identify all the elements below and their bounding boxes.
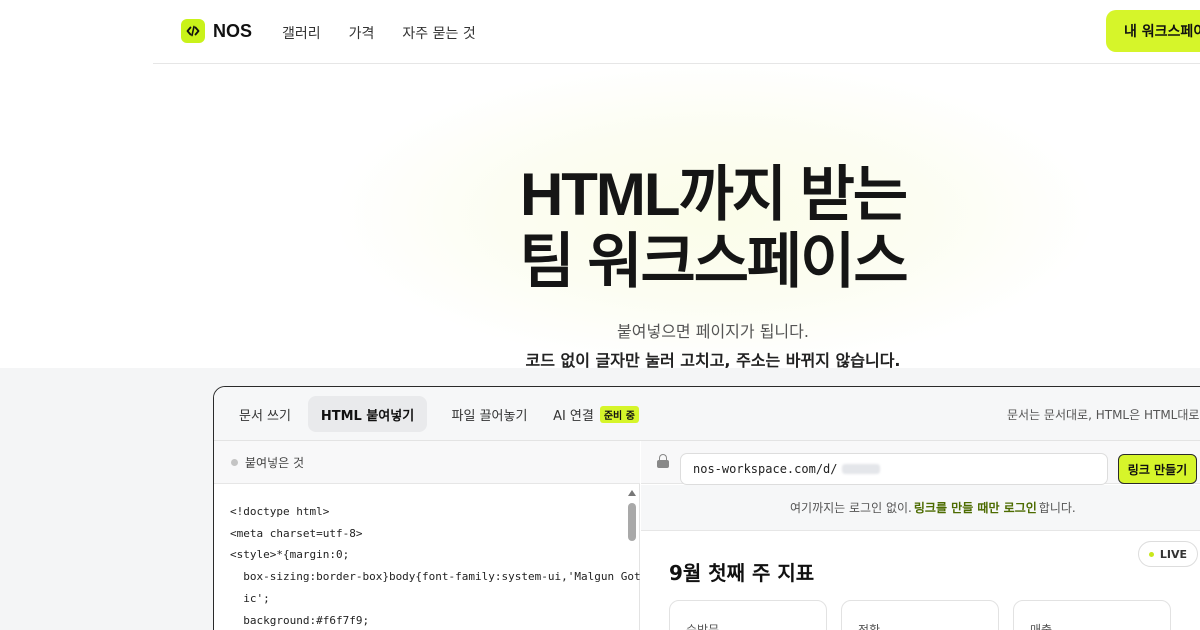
- nav-faq-link[interactable]: 자주 묻는 것: [402, 23, 475, 43]
- metric-card: 순방문: [669, 600, 827, 630]
- main-nav: 갤러리 가격 자주 묻는 것: [282, 23, 476, 43]
- code-line: <!doctype html>: [230, 505, 330, 518]
- html-code-textarea[interactable]: <!doctype html> <meta charset=utf-8> <st…: [230, 501, 648, 630]
- url-bar: nos-workspace.com/d/ 링크 만들기: [641, 441, 1200, 485]
- nav-gallery-link[interactable]: 갤러리: [282, 23, 321, 43]
- scrollbar-thumb[interactable]: [628, 503, 636, 541]
- code-line: box-sizing:border-box}body{font-family:s…: [230, 570, 648, 584]
- code-line: ic';: [230, 591, 270, 605]
- code-icon: [181, 19, 205, 43]
- metric-card-label: 매출: [1030, 623, 1053, 630]
- paste-pane-title: 붙여넣은 것: [245, 456, 305, 470]
- code-line: <meta charset=utf-8>: [230, 526, 363, 540]
- scroll-up-arrow-icon[interactable]: [628, 490, 636, 496]
- metric-card: 매출: [1013, 600, 1171, 630]
- url-text: nos-workspace.com/d/: [693, 462, 838, 476]
- hero-title-line2: 팀 워크스페이스: [519, 228, 908, 295]
- metric-card: 전환: [841, 600, 999, 630]
- tab-ai-connect[interactable]: AI 연결 준비 중: [546, 396, 646, 432]
- url-field[interactable]: nos-workspace.com/d/: [680, 453, 1108, 485]
- login-note-before: 여기까지는 로그인 없이.: [790, 501, 912, 515]
- code-scrollbar[interactable]: [625, 485, 639, 630]
- metric-card-label: 순방문: [686, 623, 720, 630]
- live-label: LIVE: [1159, 547, 1188, 561]
- nav-pricing-link[interactable]: 가격: [349, 23, 375, 43]
- login-note-highlight: 링크를 만들 때만 로그인: [913, 501, 1037, 515]
- page: NOS 갤러리 가격 자주 묻는 것 내 워크스페이스 HTML까지 받는 팀 …: [0, 0, 1200, 630]
- lock-icon: [657, 454, 669, 468]
- my-workspace-button[interactable]: 내 워크스페이스: [1106, 10, 1200, 52]
- code-line: <style>*{margin:0;: [230, 548, 350, 562]
- tab-ai-connect-label: AI 연결: [553, 408, 594, 424]
- tabs-note: 문서는 문서대로, HTML은 HTML대로: [1007, 408, 1200, 422]
- url-slug-placeholder: [841, 464, 880, 474]
- tab-paste-html[interactable]: HTML 붙여넣기: [308, 396, 427, 432]
- preview-title: 9월 첫째 주 지표: [669, 561, 815, 585]
- tab-drop-file[interactable]: 파일 끌어놓기: [433, 396, 546, 432]
- live-dot-icon: [1148, 551, 1154, 557]
- metric-card-label: 전환: [858, 623, 881, 630]
- hero-title-line1: HTML까지 받는: [519, 161, 908, 228]
- paste-pane: 붙여넣은 것 <!doctype html> <meta charset=utf…: [214, 441, 648, 630]
- login-note-after: 합니다.: [1038, 501, 1076, 515]
- paste-pane-header: 붙여넣은 것: [214, 441, 640, 484]
- status-dot-icon: [231, 459, 238, 466]
- coming-soon-badge: 준비 중: [599, 405, 639, 423]
- code-line: background:#f6f7f9;: [230, 613, 370, 627]
- make-link-button[interactable]: 링크 만들기: [1118, 454, 1197, 484]
- preview-pane: nos-workspace.com/d/ 링크 만들기 여기까지는 로그인 없이…: [641, 441, 1200, 630]
- top-navbar: NOS 갤러리 가격 자주 묻는 것 내 워크스페이스: [0, 0, 1200, 64]
- hero-subtitle: 붙여넣으면 페이지가 됩니다.: [617, 322, 809, 341]
- editor-tabs: 문서 쓰기 HTML 붙여넣기 파일 끌어놓기 AI 연결 준비 중 문서는 문…: [214, 387, 1200, 441]
- logo[interactable]: NOS: [181, 19, 252, 43]
- live-badge: LIVE: [1138, 541, 1198, 567]
- editor-window: 문서 쓰기 HTML 붙여넣기 파일 끌어놓기 AI 연결 준비 중 문서는 문…: [213, 386, 1200, 630]
- logo-text: NOS: [213, 20, 253, 41]
- login-note: 여기까지는 로그인 없이. 링크를 만들 때만 로그인 합니다.: [641, 485, 1200, 531]
- tab-write-doc[interactable]: 문서 쓰기: [226, 396, 304, 432]
